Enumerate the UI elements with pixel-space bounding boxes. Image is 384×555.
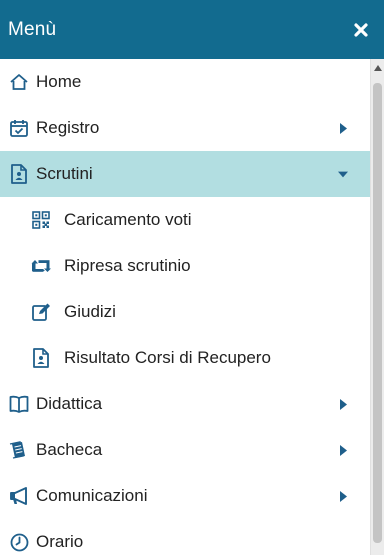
- caret-right-icon: [338, 490, 348, 502]
- calendar-check-icon: [8, 117, 30, 139]
- newspaper-icon: [8, 439, 30, 461]
- menu-item-orario[interactable]: Orario: [0, 519, 370, 555]
- edit-icon: [30, 301, 52, 323]
- app-frame: Menù Home Registro Scrutini Caricamento …: [0, 0, 384, 555]
- close-icon: [354, 22, 368, 37]
- menu-item-label: Orario: [36, 532, 84, 551]
- document-user-icon: [8, 163, 30, 185]
- home-icon: [8, 71, 30, 93]
- document-user-icon: [30, 347, 52, 369]
- caret-down-icon: [338, 168, 348, 180]
- menu-item-label: Comunicazioni: [36, 486, 148, 505]
- menu-item-label: Registro: [36, 118, 100, 137]
- menu-item-label: Giudizi: [64, 302, 116, 321]
- menu-item-label: Caricamento voti: [64, 210, 192, 229]
- qrcode-icon: [30, 209, 52, 231]
- caret-right-icon: [338, 444, 348, 456]
- menu-item-registro[interactable]: Registro: [0, 105, 370, 151]
- scroll-up-arrow[interactable]: [374, 65, 382, 71]
- menu-item-didattica[interactable]: Didattica: [0, 381, 370, 427]
- menu-item-scrutini[interactable]: Scrutini: [0, 151, 370, 197]
- book-open-icon: [8, 393, 30, 415]
- menu-item-comunicazioni[interactable]: Comunicazioni: [0, 473, 370, 519]
- caret-right-icon: [338, 122, 348, 134]
- caret-right-icon: [338, 398, 348, 410]
- menu-item-label: Scrutini: [36, 164, 93, 183]
- menu-item-label: Bacheca: [36, 440, 103, 459]
- menu-item-giudizi[interactable]: Giudizi: [0, 289, 370, 335]
- menu-item-home[interactable]: Home: [0, 59, 370, 105]
- menu-item-risultato-corsi-di-recupero[interactable]: Risultato Corsi di Recupero: [0, 335, 370, 381]
- menu-item-caricamento-voti[interactable]: Caricamento voti: [0, 197, 370, 243]
- scrollbar[interactable]: [370, 59, 384, 555]
- clock-icon: [8, 531, 30, 553]
- menu-item-label: Home: [36, 72, 82, 91]
- menu-header: Menù: [0, 0, 384, 59]
- menu-item-label: Risultato Corsi di Recupero: [64, 348, 271, 367]
- scroll-thumb[interactable]: [373, 83, 382, 543]
- close-menu-button[interactable]: [350, 19, 372, 41]
- menu-list: Home Registro Scrutini Caricamento voti …: [0, 59, 370, 555]
- menu-title: Menù: [8, 18, 57, 40]
- menu-item-label: Ripresa scrutinio: [64, 256, 191, 275]
- retweet-icon: [30, 255, 52, 277]
- menu-item-ripresa-scrutinio[interactable]: Ripresa scrutinio: [0, 243, 370, 289]
- menu-item-label: Didattica: [36, 394, 103, 413]
- bullhorn-icon: [8, 485, 30, 507]
- menu-item-bacheca[interactable]: Bacheca: [0, 427, 370, 473]
